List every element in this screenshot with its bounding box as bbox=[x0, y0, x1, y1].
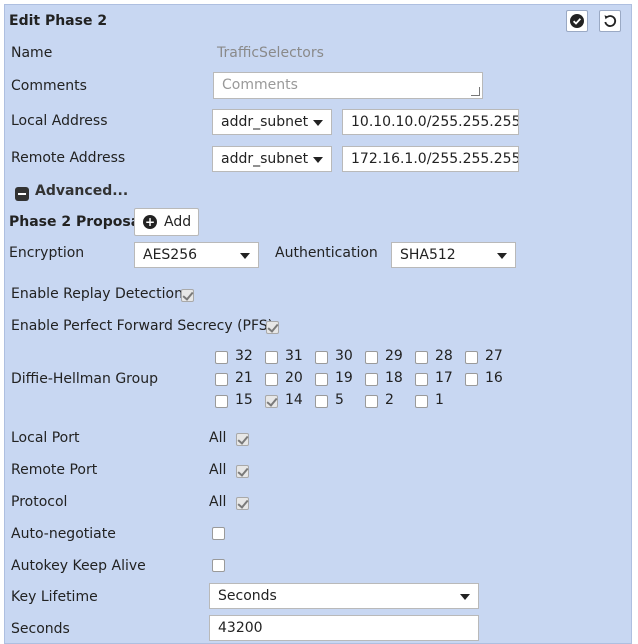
chevron-down-icon bbox=[313, 120, 323, 126]
seconds-input[interactable]: 43200 bbox=[209, 615, 479, 641]
check-circle-icon bbox=[570, 14, 584, 28]
dh-group-19-label: 19 bbox=[335, 370, 353, 386]
remote-address-type-value: addr_subnet bbox=[221, 151, 309, 167]
dh-group-28-checkbox[interactable] bbox=[415, 351, 428, 364]
dh-group-18-label: 18 bbox=[385, 370, 403, 386]
protocol-value: All bbox=[209, 494, 227, 510]
local-port-label: Local Port bbox=[11, 430, 80, 446]
replay-detection-label: Enable Replay Detection bbox=[11, 286, 183, 302]
revert-button[interactable] bbox=[599, 10, 621, 32]
add-proposal-button[interactable]: + Add bbox=[134, 208, 199, 236]
dh-group-21-label: 21 bbox=[235, 370, 253, 386]
local-port-value: All bbox=[209, 430, 227, 446]
dh-group-5-label: 5 bbox=[335, 392, 344, 408]
chevron-down-icon bbox=[240, 253, 250, 259]
dh-group-19-checkbox[interactable] bbox=[315, 373, 328, 386]
dh-group-31-checkbox[interactable] bbox=[265, 351, 278, 364]
protocol-label: Protocol bbox=[11, 494, 68, 510]
dh-group-32-label: 32 bbox=[235, 348, 253, 364]
authentication-select[interactable]: SHA512 bbox=[391, 242, 516, 268]
pfs-label: Enable Perfect Forward Secrecy (PFS) bbox=[11, 318, 274, 334]
dh-group-27-checkbox[interactable] bbox=[465, 351, 478, 364]
dh-group-15-checkbox[interactable] bbox=[215, 395, 228, 408]
dh-group-20-label: 20 bbox=[285, 370, 303, 386]
autokey-keep-alive-checkbox[interactable] bbox=[212, 559, 225, 572]
chevron-down-icon bbox=[313, 157, 323, 163]
local-address-type-select[interactable]: addr_subnet bbox=[212, 109, 332, 135]
encryption-value: AES256 bbox=[143, 247, 198, 263]
dh-group-28-label: 28 bbox=[435, 348, 453, 364]
edit-phase2-panel: Edit Phase 2 Name TrafficSelectors Comme… bbox=[4, 4, 632, 644]
encryption-label: Encryption bbox=[9, 245, 85, 261]
dh-group-32-checkbox[interactable] bbox=[215, 351, 228, 364]
comments-textarea[interactable]: Comments bbox=[213, 72, 483, 99]
dh-group-17-label: 17 bbox=[435, 370, 453, 386]
comments-placeholder: Comments bbox=[222, 77, 298, 93]
undo-icon bbox=[604, 15, 617, 27]
auto-negotiate-label: Auto-negotiate bbox=[11, 526, 116, 542]
pfs-checkbox[interactable] bbox=[266, 321, 279, 334]
dh-group-14-checkbox[interactable] bbox=[265, 395, 278, 408]
local-address-input[interactable]: 10.10.10.0/255.255.255 bbox=[342, 109, 519, 135]
remote-address-input[interactable]: 172.16.1.0/255.255.255 bbox=[342, 146, 519, 172]
encryption-select[interactable]: AES256 bbox=[134, 242, 259, 268]
resize-handle[interactable] bbox=[471, 87, 480, 96]
dh-group-29-checkbox[interactable] bbox=[365, 351, 378, 364]
dh-group-2-checkbox[interactable] bbox=[365, 395, 378, 408]
remote-address-type-select[interactable]: addr_subnet bbox=[212, 146, 332, 172]
dh-group-16-checkbox[interactable] bbox=[465, 373, 478, 386]
key-lifetime-label: Key Lifetime bbox=[11, 589, 98, 605]
local-address-type-value: addr_subnet bbox=[221, 114, 309, 130]
dh-group-20-checkbox[interactable] bbox=[265, 373, 278, 386]
advanced-toggle[interactable]: Advanced... bbox=[35, 183, 128, 199]
protocol-all-checkbox[interactable] bbox=[236, 497, 249, 510]
remote-port-label: Remote Port bbox=[11, 462, 98, 478]
autokey-keep-alive-label: Autokey Keep Alive bbox=[11, 558, 146, 574]
key-lifetime-value: Seconds bbox=[218, 588, 277, 604]
dh-group-31-label: 31 bbox=[285, 348, 303, 364]
seconds-label: Seconds bbox=[11, 621, 70, 637]
dh-group-30-label: 30 bbox=[335, 348, 353, 364]
chevron-down-icon bbox=[460, 594, 470, 600]
plus-circle-icon: + bbox=[143, 215, 157, 229]
dh-group-1-label: 1 bbox=[435, 392, 444, 408]
key-lifetime-select[interactable]: Seconds bbox=[209, 583, 479, 609]
auto-negotiate-checkbox[interactable] bbox=[212, 527, 225, 540]
apply-button[interactable] bbox=[566, 10, 588, 32]
local-address-label: Local Address bbox=[11, 113, 108, 129]
comments-label: Comments bbox=[11, 78, 87, 94]
dh-group-1-checkbox[interactable] bbox=[415, 395, 428, 408]
remote-address-label: Remote Address bbox=[11, 150, 126, 166]
chevron-down-icon bbox=[497, 253, 507, 259]
dh-group-18-checkbox[interactable] bbox=[365, 373, 378, 386]
remote-port-all-checkbox[interactable] bbox=[236, 465, 249, 478]
add-button-label: Add bbox=[164, 214, 192, 230]
dh-group-29-label: 29 bbox=[385, 348, 403, 364]
replay-detection-checkbox[interactable] bbox=[181, 289, 194, 302]
name-value: TrafficSelectors bbox=[217, 45, 324, 61]
dh-group-30-checkbox[interactable] bbox=[315, 351, 328, 364]
dh-group-label: Diffie-Hellman Group bbox=[11, 371, 158, 387]
authentication-value: SHA512 bbox=[400, 247, 456, 263]
dh-group-15-label: 15 bbox=[235, 392, 253, 408]
local-port-all-checkbox[interactable] bbox=[236, 433, 249, 446]
phase2-proposal-label: Phase 2 Proposal bbox=[9, 214, 145, 230]
minus-square-icon[interactable] bbox=[15, 187, 29, 201]
name-label: Name bbox=[11, 45, 53, 61]
remote-port-value: All bbox=[209, 462, 227, 478]
dh-group-16-label: 16 bbox=[485, 370, 503, 386]
dh-group-14-label: 14 bbox=[285, 392, 303, 408]
panel-title: Edit Phase 2 bbox=[9, 13, 108, 29]
authentication-label: Authentication bbox=[275, 245, 378, 261]
dh-group-5-checkbox[interactable] bbox=[315, 395, 328, 408]
dh-group-27-label: 27 bbox=[485, 348, 503, 364]
dh-group-17-checkbox[interactable] bbox=[415, 373, 428, 386]
dh-group-2-label: 2 bbox=[385, 392, 394, 408]
dh-group-21-checkbox[interactable] bbox=[215, 373, 228, 386]
